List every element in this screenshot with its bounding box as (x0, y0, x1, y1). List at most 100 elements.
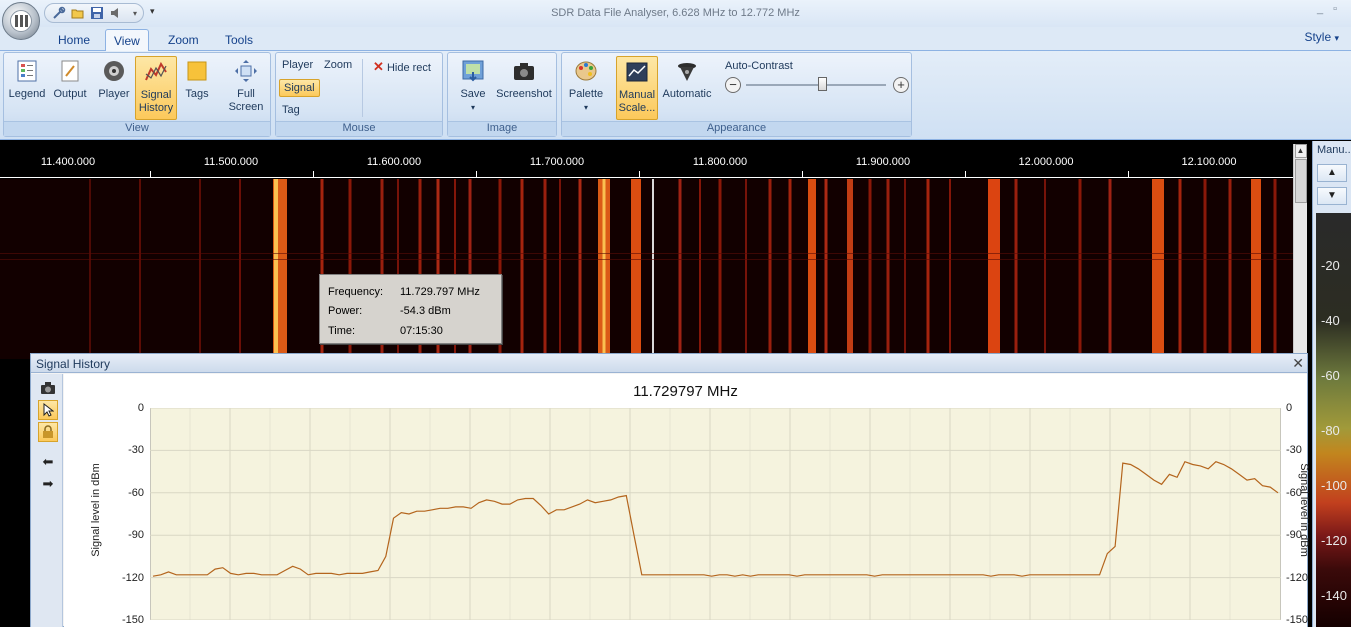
zoom-in-icon[interactable]: + (893, 77, 909, 93)
arrow-up-icon: ▲ (1327, 167, 1337, 178)
palette-scale-label: -40 (1321, 313, 1340, 328)
arrow-left-icon[interactable]: ⬅ (38, 452, 58, 472)
manual-scale-button[interactable]: Manual Scale... (616, 56, 658, 120)
tags-button[interactable]: Tags (180, 56, 214, 101)
waterfall-signal-stripe (543, 179, 547, 359)
contrast-slider-thumb[interactable] (818, 77, 827, 91)
chevron-down-icon: ▾ (583, 103, 588, 112)
waterfall-signal-stripe (274, 179, 278, 359)
chevron-down-icon: ▾ (1334, 33, 1339, 43)
y-tick-label-right: -30 (1286, 444, 1302, 457)
waterfall-scrollbar[interactable]: ▲ (1293, 144, 1307, 354)
waterfall-signal-stripe (699, 179, 701, 359)
y-tick-label-left: -90 (128, 529, 144, 542)
close-icon: ✕ (373, 59, 384, 74)
waterfall-signal-stripe (847, 179, 853, 359)
legend-button[interactable]: Legend (7, 56, 47, 101)
player-label: Player (98, 88, 130, 100)
scale-down-button[interactable]: ▼ (1317, 187, 1347, 205)
tab-view[interactable]: View (105, 29, 149, 52)
manual-scale-label-1: Manual (618, 89, 656, 101)
signal-history-label-1: Signal (140, 89, 172, 101)
palette-scale-label: -20 (1321, 258, 1340, 273)
appearance-group-label: Appearance (562, 121, 911, 136)
waterfall-display[interactable] (0, 179, 1293, 359)
y-axis-title-right: Signal level in dBm (1297, 463, 1310, 557)
scroll-up-icon[interactable]: ▲ (1294, 144, 1307, 158)
waterfall-signal-stripe (824, 179, 828, 359)
tags-label: Tags (185, 88, 209, 100)
frequency-label: 11.700.000 (529, 156, 585, 168)
speaker-icon (101, 58, 127, 84)
close-panel-button[interactable]: ✕ (1292, 355, 1304, 372)
automatic-button[interactable]: Automatic (660, 56, 714, 101)
palette-scale-label: -100 (1321, 478, 1348, 493)
style-menu[interactable]: Style ▾ (1304, 30, 1339, 44)
lock-icon[interactable] (38, 422, 58, 442)
chart-title: 11.729797 MHz (633, 383, 738, 400)
zoom-out-icon[interactable]: − (725, 77, 741, 93)
contrast-slider[interactable] (746, 77, 886, 91)
tooltip-time-label: Time: (328, 325, 356, 337)
player-button[interactable]: Player (94, 56, 134, 101)
mouse-zoom-option[interactable]: Zoom (324, 59, 352, 71)
waterfall-signal-stripe (926, 179, 930, 359)
maximize-button[interactable]: ▫ (1333, 3, 1337, 15)
tooltip-power-value: -54.3 dBm (400, 305, 451, 317)
hide-rect-button[interactable]: ✕ Hide rect (373, 59, 431, 75)
frequency-tick (150, 171, 151, 177)
scale-up-button[interactable]: ▲ (1317, 164, 1347, 182)
tab-home[interactable]: Home (50, 29, 98, 51)
mouse-signal-option[interactable]: Signal (279, 79, 320, 97)
palette-scale-label: -80 (1321, 423, 1340, 438)
waterfall-signal-stripe (559, 179, 561, 359)
frequency-tick (1128, 171, 1129, 177)
manual-scale-icon (624, 59, 650, 85)
scroll-thumb[interactable] (1294, 159, 1307, 203)
full-screen-label-2: Screen (228, 101, 264, 113)
waterfall-signal-stripe (89, 179, 91, 359)
pointer-icon[interactable] (38, 400, 58, 420)
frequency-tick (313, 171, 314, 177)
y-tick-label-left: -150 (122, 614, 145, 626)
minimize-button[interactable]: _ (1317, 3, 1323, 15)
signal-history-label-2: History (138, 102, 174, 114)
frequency-label: 12.100.000 (1181, 156, 1237, 168)
mouse-tag-option[interactable]: Tag (282, 104, 300, 116)
palette-button[interactable]: Palette ▾ (566, 56, 606, 114)
signal-history-button[interactable]: Signal History (135, 56, 177, 120)
mouse-player-option[interactable]: Player (282, 59, 313, 71)
arrow-right-icon[interactable]: ➡ (38, 474, 58, 494)
waterfall-signal-stripe (1152, 179, 1164, 359)
signal-history-icon (143, 59, 169, 85)
application-menu-button[interactable] (2, 2, 40, 40)
palette-scale-panel: Manu... ▲ ▼ -20 -40 -60 -80 -100 -120 -140 (1312, 141, 1351, 627)
y-tick-label-right: 0 (1286, 402, 1293, 414)
camera-icon[interactable] (38, 378, 58, 398)
automatic-icon (674, 58, 700, 84)
y-tick-label-left: -30 (128, 444, 144, 457)
waterfall-signal-stripe (239, 179, 241, 359)
save-image-button[interactable]: Save ▾ (454, 56, 492, 114)
y-tick-label-right: -150 (1286, 614, 1309, 626)
plot-background (150, 408, 1281, 620)
output-icon (57, 58, 83, 84)
palette-scale-label: -60 (1321, 368, 1340, 383)
window-title: SDR Data File Analyser, 6.628 MHz to 12.… (551, 7, 800, 19)
waterfall-signal-stripe (1273, 179, 1277, 359)
full-screen-button[interactable]: Full Screen (226, 56, 266, 114)
waterfall-noise-line (0, 259, 1293, 260)
legend-icon (14, 58, 40, 84)
tab-tools[interactable]: Tools (217, 29, 261, 51)
view-group-label: View (4, 121, 270, 136)
y-tick-label-left: 0 (137, 402, 144, 414)
waterfall-signal-stripe (199, 179, 201, 359)
tab-zoom[interactable]: Zoom (160, 29, 207, 51)
screenshot-button[interactable]: Screenshot (494, 56, 554, 101)
app-logo-icon (10, 10, 32, 32)
waterfall-image (0, 179, 1293, 359)
view-group: Legend Output Player Signal History Tags… (3, 52, 271, 137)
appearance-group: Palette ▾ Manual Scale... Automatic Auto-… (561, 52, 912, 137)
output-button[interactable]: Output (50, 56, 90, 101)
frequency-tick (965, 171, 966, 177)
